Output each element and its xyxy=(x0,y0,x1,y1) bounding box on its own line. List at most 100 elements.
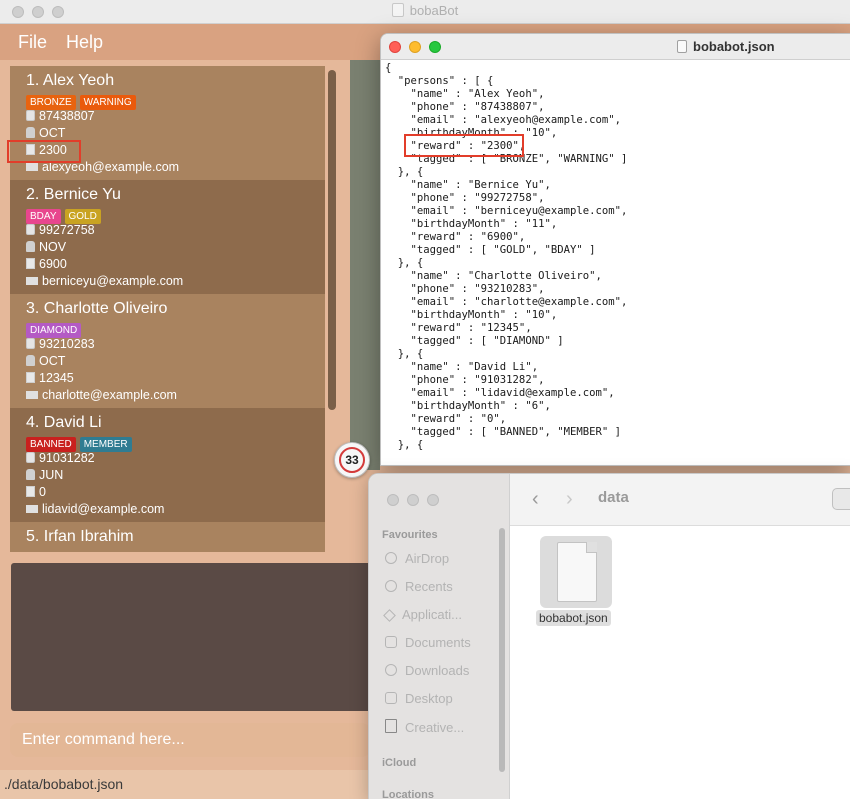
tag-list xyxy=(26,548,70,552)
cake-icon xyxy=(26,127,35,138)
person-card[interactable]: 5. Irfan Ibrahim xyxy=(10,522,325,552)
menu-file[interactable]: File xyxy=(18,32,47,53)
list-scrollbar[interactable] xyxy=(328,70,336,410)
sidebar-item-airdrop[interactable]: AirDrop xyxy=(385,551,449,566)
tag-list: BANNED MEMBER xyxy=(26,434,136,452)
finder-sidebar: Favourites AirDrop Recents Applicati... … xyxy=(369,474,510,799)
email-text: charlotte@example.com xyxy=(42,388,177,402)
tag-badge: DIAMOND xyxy=(26,323,82,338)
document-icon xyxy=(557,542,597,602)
code-line: "tagged" : [ "BANNED", "MEMBER" ] xyxy=(385,426,622,438)
code-line: "reward" : "0", xyxy=(385,413,507,425)
birthday-text: NOV xyxy=(39,240,67,254)
tag-badge: BRONZE xyxy=(26,95,76,110)
result-display xyxy=(11,563,371,711)
sidebar-item-label: AirDrop xyxy=(405,551,450,566)
tag-badge: BDAY xyxy=(26,209,61,224)
tag-badge: MEMBER xyxy=(79,437,132,452)
sidebar-heading-locations: Locations xyxy=(382,789,434,799)
sidebar-heading-favourites: Favourites xyxy=(382,529,438,541)
sidebar-item-applications[interactable]: Applicati... xyxy=(383,607,462,622)
code-line: }, { xyxy=(385,439,424,451)
code-line: "tagged" : [ "DIAMOND" ] xyxy=(385,335,564,347)
person-card[interactable]: 3. Charlotte Oliveiro DIAMOND 93210283 O… xyxy=(10,294,325,408)
count-badge: 33 xyxy=(334,442,370,478)
reward-text: 12345 xyxy=(39,371,74,385)
window-title-text: bobaBot xyxy=(409,3,459,18)
code-line: "phone" : "87438807", xyxy=(385,101,545,113)
json-titlebar: bobabot.json xyxy=(381,34,850,60)
forward-arrow-icon[interactable]: › xyxy=(566,488,573,511)
phone-icon xyxy=(26,110,35,121)
sidebar-item-recents[interactable]: Recents xyxy=(385,579,453,594)
person-name: 4. David Li xyxy=(26,414,102,431)
code-line: "email" : "berniceyu@example.com", xyxy=(385,205,628,217)
code-line: "email" : "charlotte@example.com", xyxy=(385,296,628,308)
sidebar-item-label: Applicati... xyxy=(402,607,462,622)
download-icon xyxy=(385,664,397,676)
zoom-button[interactable] xyxy=(429,41,441,53)
sidebar-item-downloads[interactable]: Downloads xyxy=(385,663,469,678)
code-line: "birthdayMonth" : "10", xyxy=(385,309,558,321)
email-row: charlotte@example.com xyxy=(26,388,177,402)
email-row: berniceyu@example.com xyxy=(26,274,183,288)
sidebar-item-documents[interactable]: Documents xyxy=(385,635,471,650)
code-line: "tagged" : [ "GOLD", "BDAY" ] xyxy=(385,244,596,256)
status-bar: ./data/bobabot.json xyxy=(0,770,370,799)
sidebar-heading-icloud: iCloud xyxy=(382,757,417,769)
birthday-text: OCT xyxy=(39,126,66,140)
window-title: bobaBot xyxy=(0,3,850,18)
code-line: }, { xyxy=(385,166,424,178)
phone-icon xyxy=(26,338,35,349)
finder-title: data xyxy=(598,489,629,506)
sidebar-item-label: Recents xyxy=(405,579,453,594)
json-window-title-text: bobabot.json xyxy=(693,39,775,54)
sidebar-item-desktop[interactable]: Desktop xyxy=(385,691,453,706)
code-line: "name" : "Bernice Yu", xyxy=(385,179,551,191)
phone-text: 93210283 xyxy=(39,337,95,351)
close-button[interactable] xyxy=(389,41,401,53)
clock-icon xyxy=(385,580,397,592)
sidebar-item-label: Documents xyxy=(405,635,471,650)
view-mode-button[interactable] xyxy=(832,488,850,510)
person-name: 5. Irfan Ibrahim xyxy=(26,528,134,545)
person-card[interactable]: 4. David Li BANNED MEMBER 91031282 JUN 0 … xyxy=(10,408,325,522)
command-input[interactable]: Enter command here... xyxy=(10,723,370,757)
save-location-text: ./data/bobabot.json xyxy=(4,776,124,792)
phone-row: 91031282 xyxy=(26,451,95,465)
reward-text: 0 xyxy=(39,485,46,499)
code-line: }, { xyxy=(385,257,424,269)
person-card[interactable]: 2. Bernice Yu BDAY GOLD 99272758 NOV 6900… xyxy=(10,180,325,294)
cake-icon xyxy=(26,469,35,480)
tag-list: DIAMOND xyxy=(26,320,85,338)
json-window-title: bobabot.json xyxy=(677,39,775,54)
minimize-button[interactable] xyxy=(409,41,421,53)
airdrop-icon xyxy=(385,552,397,564)
sidebar-item-label: Creative... xyxy=(405,720,465,735)
menu-help[interactable]: Help xyxy=(66,32,103,53)
birthday-row: OCT xyxy=(26,126,65,140)
json-text-content[interactable]: { "persons" : [ { "name" : "Alex Yeoh", … xyxy=(385,62,627,452)
sidebar-item-label: Downloads xyxy=(405,663,470,678)
birthday-text: JUN xyxy=(39,468,64,482)
tag-list: BDAY GOLD xyxy=(26,206,105,224)
finder-window[interactable]: Favourites AirDrop Recents Applicati... … xyxy=(368,473,850,799)
reward-row: 6900 xyxy=(26,257,67,271)
mail-icon xyxy=(26,505,38,513)
json-editor-window[interactable]: bobabot.json { "persons" : [ { "name" : … xyxy=(380,33,850,466)
back-arrow-icon[interactable]: ‹ xyxy=(532,488,539,511)
cake-icon xyxy=(26,241,35,252)
sidebar-scrollbar[interactable] xyxy=(499,528,505,772)
code-line: "persons" : [ { xyxy=(385,75,494,87)
close-button[interactable] xyxy=(387,494,399,506)
file-item-bobabot-json[interactable]: bobabot.json xyxy=(530,534,614,634)
phone-row: 99272758 xyxy=(26,223,95,237)
minimize-button[interactable] xyxy=(407,494,419,506)
zoom-button[interactable] xyxy=(427,494,439,506)
person-list[interactable]: 1. Alex Yeoh BRONZE WARNING 87438807 OCT … xyxy=(10,66,325,552)
code-line: "email" : "lidavid@example.com", xyxy=(385,387,615,399)
sidebar-item-creative[interactable]: Creative... xyxy=(385,719,464,735)
code-line: "phone" : "93210283", xyxy=(385,283,545,295)
mail-icon xyxy=(26,391,38,399)
email-text: berniceyu@example.com xyxy=(42,274,184,288)
